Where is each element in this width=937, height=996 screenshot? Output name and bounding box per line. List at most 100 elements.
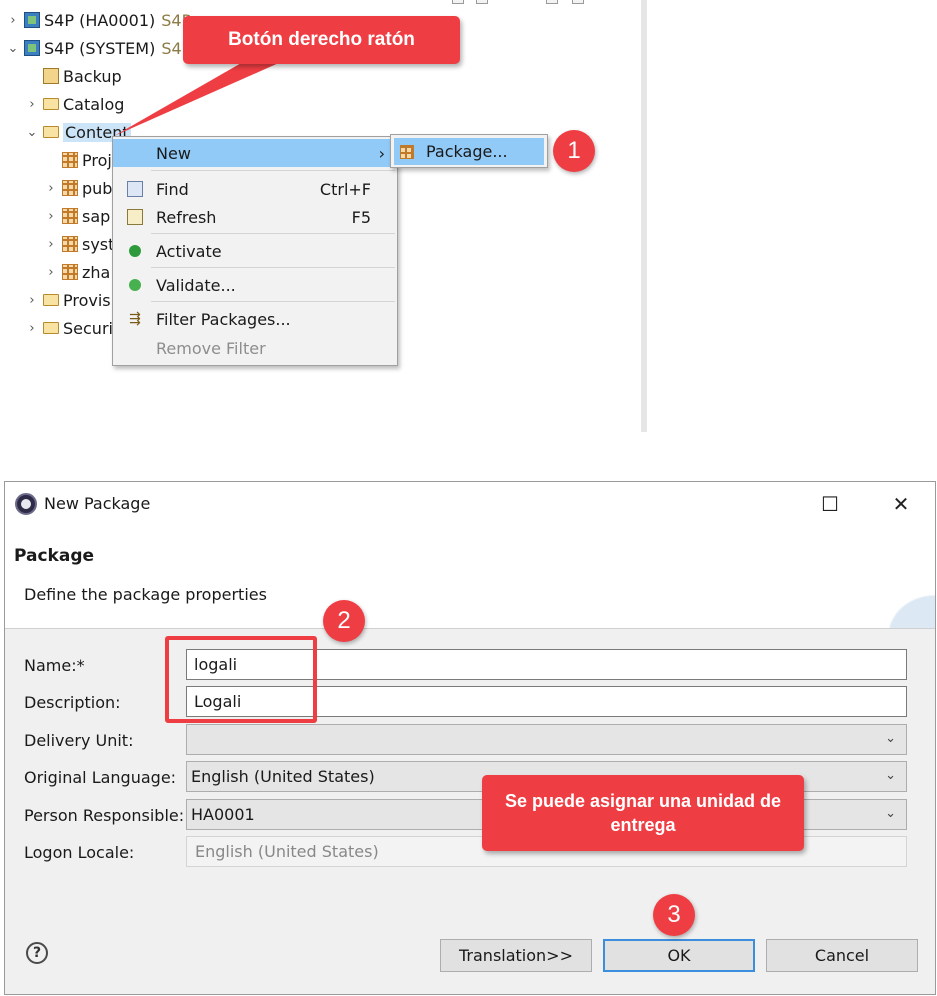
menu-separator [151, 267, 395, 268]
highlight-box [165, 636, 317, 723]
tree-item-label: zha [82, 262, 111, 282]
tree-item-system-ha0001[interactable]: › S4P (HA0001) S4P [6, 7, 191, 33]
tree-item-backup[interactable]: Backup [25, 63, 122, 89]
system-icon [24, 12, 40, 28]
chevron-down-icon: ⌄ [885, 731, 896, 746]
page-title: Package [14, 546, 95, 566]
system-icon [24, 40, 40, 56]
dialog-title: New Package [44, 494, 151, 513]
chevron-down-icon: ⌄ [885, 806, 896, 821]
package-icon [62, 208, 78, 224]
page-description: Define the package properties [24, 585, 267, 604]
tree-item-label: Provis [63, 290, 111, 310]
validate-icon [129, 279, 141, 291]
chevron-right-icon[interactable]: › [25, 321, 39, 336]
menu-separator [151, 170, 395, 171]
button-label: Cancel [814, 946, 870, 965]
refresh-icon [127, 209, 143, 225]
submenu-new: Package... [390, 134, 548, 168]
person-responsible-value: HA0001 [191, 805, 255, 824]
name-label: Name:* [24, 656, 85, 675]
filter-icon: ⇶ [129, 311, 141, 327]
translation-button[interactable]: Translation>> [440, 939, 592, 972]
original-language-value: English (United States) [191, 767, 375, 786]
menu-item-shortcut: F5 [351, 207, 371, 227]
tree-item-label: Securi [63, 318, 113, 338]
toolbar-icon[interactable] [572, 0, 584, 4]
button-label: OK [667, 946, 691, 965]
ok-button[interactable]: OK [603, 939, 755, 972]
chevron-down-icon[interactable]: ⌄ [25, 125, 39, 140]
chevron-right-icon[interactable]: › [44, 265, 58, 280]
tree-item-security[interactable]: › Securi [25, 315, 113, 341]
dialog-titlebar: New Package ☐ ✕ [5, 482, 935, 526]
logon-locale-value: English (United States) [195, 842, 379, 861]
logon-locale-label: Logon Locale: [24, 843, 135, 862]
tree-item-system-system[interactable]: ⌄ S4P (SYSTEM) S4P [6, 35, 192, 61]
maximize-button[interactable]: ☐ [807, 490, 853, 518]
menu-item-refresh[interactable]: Refresh F5 [113, 203, 397, 231]
tree-item-package[interactable]: › pub [44, 175, 112, 201]
activate-icon [129, 245, 141, 257]
help-icon[interactable]: ? [26, 942, 48, 964]
chevron-right-icon[interactable]: › [44, 181, 58, 196]
callout-delivery-unit: Se puede asignar una unidad de entrega [482, 775, 804, 851]
tree-item-package[interactable]: Proj [44, 147, 112, 173]
tree-item-label: sap [82, 206, 111, 226]
menu-item-label: Package... [426, 142, 508, 161]
cancel-button[interactable]: Cancel [766, 939, 918, 972]
eclipse-icon [15, 493, 37, 515]
toolbar-icon[interactable] [546, 0, 558, 4]
chevron-right-icon[interactable]: › [25, 97, 39, 112]
menu-separator [151, 233, 395, 234]
panel-divider[interactable] [641, 0, 647, 432]
package-icon [62, 236, 78, 252]
tree-item-catalog[interactable]: › Catalog [25, 91, 124, 117]
menu-item-filter-packages[interactable]: ⇶ Filter Packages... [113, 305, 397, 333]
package-icon [62, 152, 78, 168]
tree-item-label: syst [82, 234, 115, 254]
backup-icon [43, 68, 59, 84]
tree-item-package[interactable]: › sap [44, 203, 110, 229]
menu-item-label: Filter Packages... [156, 309, 291, 329]
close-button[interactable]: ✕ [878, 490, 924, 518]
original-language-label: Original Language: [24, 768, 177, 787]
tree-item-label: Catalog [63, 94, 125, 114]
tree-item-label: S4P (SYSTEM) [44, 38, 156, 58]
folder-icon [43, 98, 59, 110]
menu-item-find[interactable]: Find Ctrl+F [113, 175, 397, 203]
chevron-right-icon[interactable]: › [25, 293, 39, 308]
chevron-down-icon: ⌄ [885, 768, 896, 783]
menu-separator [151, 301, 395, 302]
menu-item-label: Activate [156, 241, 222, 261]
tree-item-package[interactable]: › syst [44, 231, 114, 257]
menu-item-package[interactable]: Package... [394, 138, 544, 165]
package-icon [62, 180, 78, 196]
menu-item-activate[interactable]: Activate [113, 237, 397, 265]
folder-icon [43, 294, 59, 306]
callout-right-click: Botón derecho ratón [183, 16, 460, 64]
chevron-right-icon: › [378, 143, 385, 163]
tree-item-label: S4P (HA0001) [44, 10, 156, 30]
folder-icon [43, 322, 59, 334]
toolbar-icon[interactable] [476, 0, 488, 4]
tree-item-label: pub [82, 178, 113, 198]
delivery-unit-select[interactable]: ⌄ [186, 724, 907, 755]
step-badge-2: 2 [323, 600, 365, 642]
chevron-right-icon[interactable]: › [6, 13, 20, 28]
menu-item-new[interactable]: New › [113, 139, 397, 167]
tree-item-label: Backup [63, 66, 122, 86]
folder-icon [43, 126, 59, 138]
find-icon [127, 181, 143, 197]
chevron-right-icon[interactable]: › [44, 209, 58, 224]
menu-item-shortcut: Ctrl+F [319, 179, 371, 199]
toolbar-icon[interactable] [452, 0, 464, 4]
menu-item-label: Find [156, 179, 189, 199]
package-icon [400, 144, 414, 159]
tree-item-package[interactable]: › zha [44, 259, 110, 285]
chevron-right-icon[interactable]: › [44, 237, 58, 252]
menu-item-remove-filter: Remove Filter [113, 334, 397, 362]
menu-item-validate[interactable]: Validate... [113, 271, 397, 299]
tree-item-provisioning[interactable]: › Provis [25, 287, 111, 313]
chevron-down-icon[interactable]: ⌄ [6, 41, 20, 56]
